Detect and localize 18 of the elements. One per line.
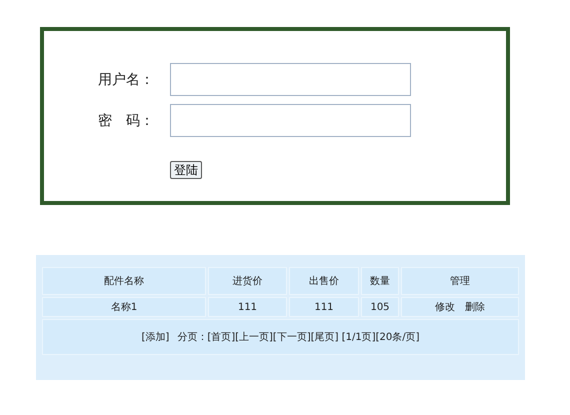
table-cell: 111 <box>208 297 287 317</box>
column-header: 数量 <box>361 267 399 295</box>
password-field[interactable] <box>170 104 411 137</box>
column-header: 配件名称 <box>42 267 206 295</box>
column-header: 出售价 <box>289 267 359 295</box>
field-label: 用户名： <box>98 70 155 88</box>
username-field[interactable] <box>170 63 411 96</box>
table-cell: 105 <box>361 297 399 317</box>
table-cell: 名称1 <box>42 297 206 317</box>
column-header: 进货价 <box>208 267 287 295</box>
action-link[interactable]: 修改 <box>435 302 455 313</box>
action-link[interactable]: 删除 <box>465 302 485 313</box>
field-label: 密 码： <box>98 112 155 130</box>
pagination-text: 分页：[首页][上一页][下一页][尾页] [1/1页][20条/页] <box>177 332 420 343</box>
login-button[interactable]: 登陆 <box>170 161 202 179</box>
add-link[interactable]: [添加] <box>142 332 170 343</box>
table-cell: 111 <box>289 297 359 317</box>
column-header: 管理 <box>401 267 519 295</box>
